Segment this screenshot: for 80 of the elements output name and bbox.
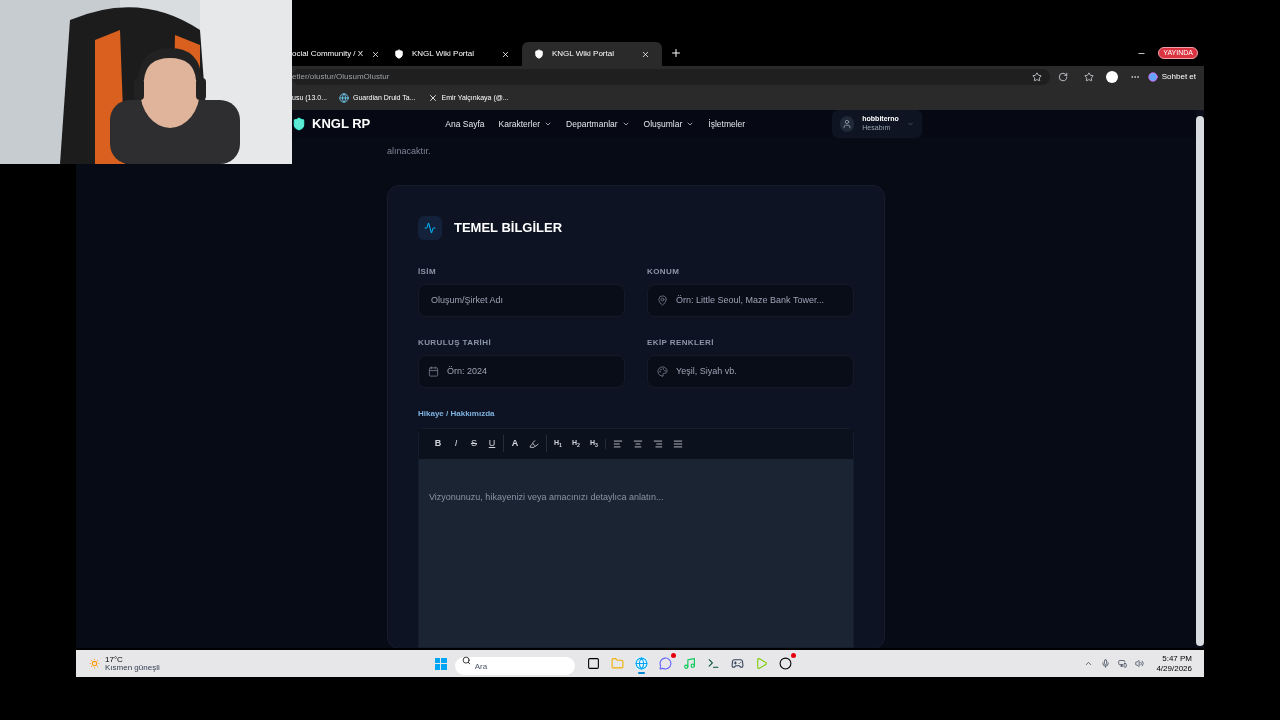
tab-title: KNGL Wiki Portal	[412, 48, 475, 60]
nav-link[interactable]: Oluşumlar	[643, 117, 695, 131]
nav-link[interactable]: Departmanlar	[566, 117, 630, 131]
chevron-icon	[906, 120, 914, 128]
address-field[interactable]: etler/olustur/OlusumOlustur	[292, 69, 1050, 85]
record-app-icon[interactable]	[778, 657, 792, 670]
format-button[interactable]: A	[508, 435, 522, 452]
format-button[interactable]: B	[431, 435, 445, 452]
notification-badge	[790, 653, 796, 658]
temperature: 17°C	[105, 655, 124, 664]
profile-icon[interactable]	[1105, 71, 1118, 83]
weather-text: Kısmen güneşli	[105, 663, 160, 672]
align-right-icon[interactable]	[653, 438, 663, 449]
game-app-icon[interactable]	[730, 657, 744, 670]
clock-date: 4/29/2026	[1156, 663, 1192, 674]
close-icon[interactable]	[371, 49, 381, 59]
nav-link[interactable]: Ana Sayfa	[445, 117, 485, 131]
x-logo-icon	[427, 93, 438, 103]
search-field[interactable]: Ara	[454, 657, 575, 675]
shield-icon	[534, 49, 544, 59]
browser-tab[interactable]: KNGL Wiki Portal	[382, 42, 522, 66]
calendar-icon	[428, 365, 439, 377]
chevron-down-icon	[544, 120, 553, 128]
tray-caret-icon[interactable]	[1084, 659, 1094, 668]
network-icon[interactable]	[1118, 659, 1128, 668]
intro-text: alınacaktır.	[387, 145, 432, 158]
field-label: İSİM	[418, 265, 438, 278]
chevron-down-icon	[621, 120, 630, 128]
copilot-button[interactable]: Sohbet et	[1147, 71, 1196, 83]
new-tab-icon[interactable]	[670, 47, 682, 59]
logo-icon[interactable]	[292, 117, 306, 131]
brand-name[interactable]: KNGL RP	[312, 114, 371, 134]
format-button[interactable]: S	[467, 435, 481, 452]
nav-link[interactable]: Karakterler	[498, 117, 553, 131]
align-center-icon[interactable]	[633, 438, 643, 449]
field-label: KURULUŞ TARİHİ	[418, 336, 492, 349]
input-field[interactable]: Oluşum/Şirket Adı	[418, 283, 625, 317]
align-left-icon[interactable]	[613, 438, 623, 449]
align-justify-icon[interactable]	[673, 438, 683, 449]
section-title: TEMEL BİLGİLER	[454, 218, 563, 237]
chevron-down-icon	[686, 120, 695, 128]
nav-link[interactable]: İşletmeler	[708, 117, 746, 131]
chat-app-icon[interactable]	[658, 657, 672, 670]
tab-title: KNGL Wiki Portal	[552, 48, 615, 60]
format-button[interactable]: I	[449, 435, 463, 452]
close-icon[interactable]	[641, 49, 650, 59]
tab-title: ocial Community / X	[292, 48, 364, 60]
globe-icon	[339, 93, 350, 103]
field-label: EKİP RENKLERİ	[647, 336, 715, 349]
close-icon[interactable]	[501, 49, 510, 59]
scrollbar[interactable]	[1196, 110, 1204, 648]
terminal-app-icon[interactable]	[706, 657, 720, 670]
map-pin-icon	[657, 294, 668, 306]
browser-tab[interactable]: KNGL Wiki Portal	[522, 42, 662, 66]
activity-icon	[424, 221, 436, 234]
input-field[interactable]: Örn: Little Seoul, Maze Bank Tower...	[647, 283, 854, 317]
star-icon[interactable]	[1031, 72, 1042, 82]
highlight-icon[interactable]	[529, 438, 539, 449]
weather-icon	[88, 657, 101, 670]
copilot-icon	[1147, 72, 1158, 82]
browser-tab[interactable]: ocial Community / X	[292, 42, 382, 66]
editor-placeholder: Vizyonunuzu, hikayenizi veya amacınızı detaylıca anlatın...	[429, 491, 664, 502]
notification-badge	[670, 653, 676, 658]
field-label: KONUM	[647, 265, 681, 278]
format-button[interactable]: U	[485, 435, 499, 452]
active-indicator	[637, 672, 645, 674]
clock-time: 5:47 PM	[1162, 653, 1192, 664]
start-icon[interactable]	[434, 657, 447, 670]
task-view-app-icon[interactable]	[586, 657, 600, 670]
shield-icon	[394, 49, 404, 59]
refresh-icon[interactable]	[1057, 72, 1068, 82]
volume-icon[interactable]	[1135, 659, 1145, 668]
palette-icon	[657, 365, 668, 377]
search-icon	[461, 656, 471, 665]
address-text: etler/olustur/OlusumOlustur	[292, 71, 390, 83]
mic-icon[interactable]	[1101, 659, 1111, 668]
input-field[interactable]: Yeşil, Siyah vb.	[647, 354, 854, 388]
editor-label: Hikaye / Hakkımızda	[418, 407, 496, 420]
input-field[interactable]: Örn: 2024	[418, 354, 625, 388]
favorites-icon[interactable]	[1083, 72, 1094, 82]
